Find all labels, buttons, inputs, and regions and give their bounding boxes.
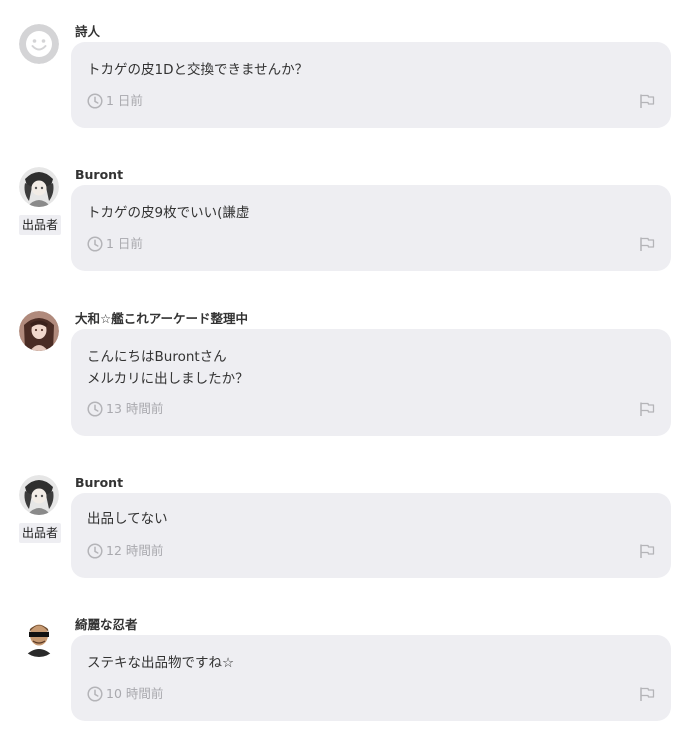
comment-text: こんにちはBurontさん メルカリに出しましたか？	[87, 346, 249, 390]
seller-badge: 出品者	[19, 215, 61, 235]
clock-icon	[87, 686, 103, 702]
comment-time: 1 日前	[106, 236, 143, 251]
report-flag-icon[interactable]	[639, 686, 655, 702]
character-avatar-icon	[19, 167, 59, 207]
username[interactable]: Buront	[75, 475, 123, 491]
comment-meta: 13 時間前	[87, 401, 163, 417]
report-flag-icon[interactable]	[639, 236, 655, 252]
comment-bubble: 出品してない 12 時間前	[71, 493, 671, 578]
comment-time: 10 時間前	[106, 686, 164, 701]
character-avatar-icon	[19, 617, 59, 657]
comment-text: トカゲの皮9枚でいい(謙虚	[87, 202, 249, 224]
username[interactable]: 綺麗な忍者	[75, 617, 138, 633]
comment-meta: 12 時間前	[87, 543, 163, 559]
comment-line: トカゲの皮1Dと交換できませんか？	[87, 62, 309, 78]
comment-bubble: トカゲの皮1Dと交換できませんか？ 1 日前	[71, 42, 671, 128]
username[interactable]: 詩人	[75, 24, 100, 40]
clock-icon	[87, 236, 103, 252]
comment-bubble: トカゲの皮9枚でいい(謙虚 1 日前	[71, 185, 671, 271]
comment-text: トカゲの皮1Dと交換できませんか？	[87, 59, 308, 81]
username[interactable]: 大和☆艦これアーケード整理中	[75, 311, 248, 327]
comment-meta: 10 時間前	[87, 686, 163, 702]
report-flag-icon[interactable]	[639, 93, 655, 109]
seller-badge: 出品者	[19, 523, 61, 543]
avatar[interactable]	[19, 475, 59, 515]
comment-bubble: こんにちはBurontさん メルカリに出しましたか？ 13 時間前	[71, 329, 671, 436]
avatar[interactable]	[19, 617, 59, 657]
character-avatar-icon	[19, 311, 59, 351]
comment-line: メルカリに出しましたか？	[87, 371, 249, 387]
username[interactable]: Buront	[75, 167, 123, 183]
smiley-avatar-icon	[19, 24, 59, 64]
avatar[interactable]	[19, 311, 59, 351]
report-flag-icon[interactable]	[639, 401, 655, 417]
comment-time: 13 時間前	[106, 401, 164, 416]
character-avatar-icon	[19, 475, 59, 515]
clock-icon	[87, 93, 103, 109]
comment-text: 出品してない	[87, 508, 168, 530]
comment-line: トカゲの皮9枚でいい(謙虚	[87, 205, 250, 221]
comment-line: 出品してない	[87, 511, 168, 527]
comment-meta: 1 日前	[87, 236, 143, 252]
comment-time: 12 時間前	[106, 543, 164, 558]
clock-icon	[87, 543, 103, 559]
comment-text: ステキな出品物ですね☆	[87, 652, 234, 674]
comment-line: こんにちはBurontさん	[87, 349, 227, 365]
clock-icon	[87, 401, 103, 417]
comment-time: 1 日前	[106, 93, 143, 108]
comment-line: ステキな出品物ですね☆	[87, 655, 235, 671]
comment-meta: 1 日前	[87, 93, 143, 109]
avatar[interactable]	[19, 167, 59, 207]
comment-bubble: ステキな出品物ですね☆ 10 時間前	[71, 635, 671, 721]
avatar[interactable]	[19, 24, 59, 64]
report-flag-icon[interactable]	[639, 543, 655, 559]
